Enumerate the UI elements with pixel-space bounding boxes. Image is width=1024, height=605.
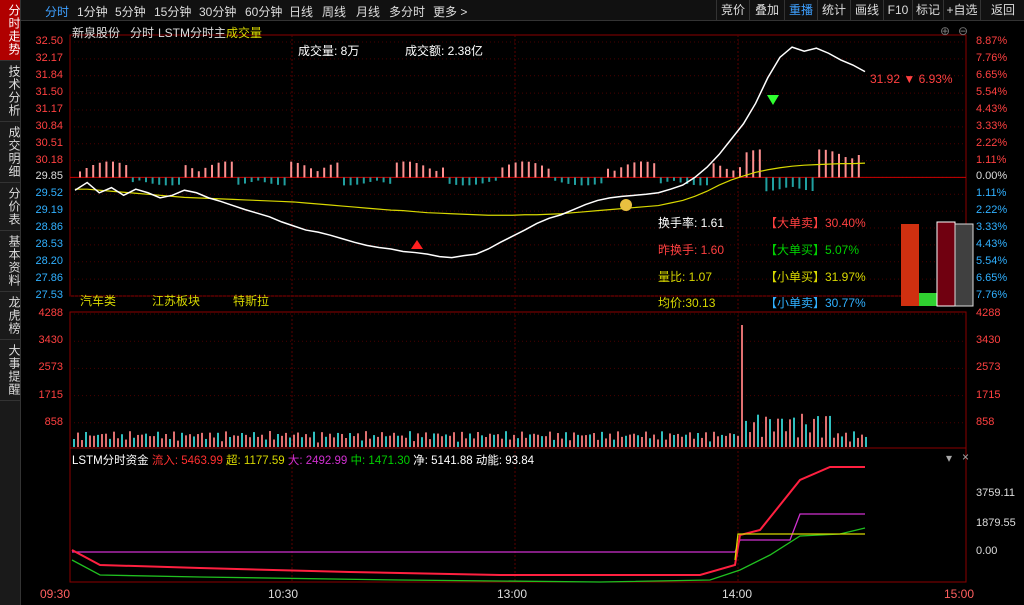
fund-super-line [734, 533, 865, 561]
price-tick-8: 29.85 [35, 170, 63, 183]
volume-info: 成交量: 8万 [298, 44, 360, 58]
pct-tick-4: 4.43% [976, 102, 1008, 115]
bar-small-sell [954, 223, 974, 307]
fund-header: LSTM分时资金 流入: 5463.99 超: 1177.59 大: 2492.… [72, 452, 534, 468]
pct-tick-10: 2.22% [976, 204, 1008, 217]
time-tick-0: 09:30 [40, 587, 71, 601]
price-tick-14: 27.86 [35, 272, 63, 285]
fund-super: 超: 1177.59 [226, 455, 285, 467]
tag-1[interactable]: 江苏板块 [152, 292, 200, 309]
pct-tick-14: 6.65% [976, 272, 1008, 285]
bar-small-buy [936, 221, 956, 307]
pct-tick-3: 5.54% [976, 86, 1008, 99]
pct-tick-9: 1.11% [976, 187, 1007, 200]
vol-tick-r-0: 4288 [976, 307, 1001, 319]
price-tick-6: 30.51 [35, 136, 63, 149]
buy-marker-icon [411, 240, 423, 249]
vol-tick-l-0: 4288 [38, 307, 63, 319]
fund-inflow-line [71, 466, 865, 576]
price-tick-11: 28.86 [35, 221, 63, 234]
pct-tick-0: 8.87% [976, 35, 1008, 47]
fund-title: LSTM分时资金 [72, 455, 149, 467]
pct-tick-2: 6.65% [976, 68, 1008, 81]
pct-tick-1: 7.76% [976, 51, 1008, 64]
current-price: 31.92 ▼ 6.93% [870, 72, 953, 86]
tag-0[interactable]: 汽车类 [80, 292, 116, 309]
panel-menu-icon[interactable]: ▾ [946, 451, 952, 465]
money-bag-icon [620, 199, 632, 211]
panel-close-icon[interactable]: × [962, 450, 969, 464]
big-sell: 【大单卖】30.40% [765, 216, 866, 230]
vol-tick-r-1: 3430 [976, 334, 1001, 347]
price-tick-15: 27.53 [35, 289, 63, 301]
price-tick-7: 30.18 [35, 153, 63, 166]
price-tick-2: 31.84 [35, 68, 63, 81]
vol-tick-l-1: 3430 [38, 334, 63, 347]
price-tick-0: 32.50 [35, 35, 63, 47]
tag-2[interactable]: 特斯拉 [233, 292, 269, 309]
amount-info: 成交额: 2.38亿 [405, 44, 484, 58]
fund-medium: 中: 1471.30 [350, 455, 410, 467]
fund-tick-2: 0.00 [976, 545, 998, 557]
zoom-in-icon[interactable]: ⊕ [940, 24, 950, 38]
bar-big-buy [919, 293, 937, 306]
fund-momentum: 动能: 93.84 [475, 455, 535, 467]
zoom-out-icon[interactable]: ⊖ [958, 24, 968, 38]
time-tick-2: 13:00 [497, 587, 528, 601]
turnover: 换手率: 1.61 [658, 216, 725, 230]
vol-tick-l-4: 858 [44, 415, 63, 428]
pct-tick-6: 2.22% [976, 136, 1008, 149]
pct-tick-8: 0.00% [976, 170, 1008, 183]
price-tick-13: 28.20 [35, 254, 63, 267]
pct-tick-15: 7.76% [976, 289, 1008, 301]
bar-big-sell [901, 224, 919, 306]
time-tick-4: 15:00 [944, 587, 975, 601]
time-tick-3: 14:00 [722, 587, 753, 601]
mode-label: 分时 [130, 26, 155, 40]
indicator-label: LSTM分时主 [158, 26, 227, 40]
pct-tick-7: 1.11% [976, 153, 1007, 166]
volume-label: 成交量 [226, 26, 263, 40]
fund-inflow: 流入: 5463.99 [151, 455, 223, 467]
big-buy: 【大单买】5.07% [765, 243, 860, 257]
small-buy: 【小单买】31.97% [765, 270, 866, 284]
volume-panel-frame [69, 311, 967, 449]
pct-tick-13: 5.54% [976, 254, 1008, 267]
pct-tick-11: 3.33% [976, 221, 1008, 234]
fund-large: 大: 2492.99 [287, 455, 348, 467]
price-tick-1: 32.17 [35, 51, 63, 64]
stock-name: 新泉股份 [72, 26, 121, 40]
pct-tick-5: 3.33% [976, 119, 1008, 132]
price-tick-5: 30.84 [35, 119, 63, 132]
fund-tick-1: 1879.55 [976, 517, 1016, 529]
price-tick-3: 31.50 [35, 86, 63, 99]
pct-tick-12: 4.43% [976, 237, 1008, 250]
vol-tick-r-3: 1715 [976, 388, 1001, 401]
sell-marker-icon [767, 95, 779, 105]
vol-tick-r-2: 2573 [976, 361, 1001, 374]
vol-tick-l-2: 2573 [38, 361, 63, 374]
volume-ratio: 量比: 1.07 [658, 270, 713, 284]
fund-panel-frame [69, 447, 967, 583]
fund-net: 净: 5141.88 [413, 455, 473, 467]
fund-tick-0: 3759.11 [976, 487, 1015, 499]
prev-turnover: 昨换手: 1.60 [658, 243, 725, 257]
vol-tick-l-3: 1715 [38, 388, 63, 401]
small-sell: 【小单卖】30.77% [765, 296, 866, 310]
time-tick-1: 10:30 [268, 587, 299, 601]
avg-price: 均价:30.13 [658, 296, 716, 310]
price-tick-4: 31.17 [35, 102, 63, 115]
vol-tick-r-4: 858 [976, 415, 995, 428]
price-tick-9: 29.52 [35, 187, 63, 200]
price-tick-12: 28.53 [35, 237, 63, 250]
price-tick-10: 29.19 [35, 204, 63, 217]
